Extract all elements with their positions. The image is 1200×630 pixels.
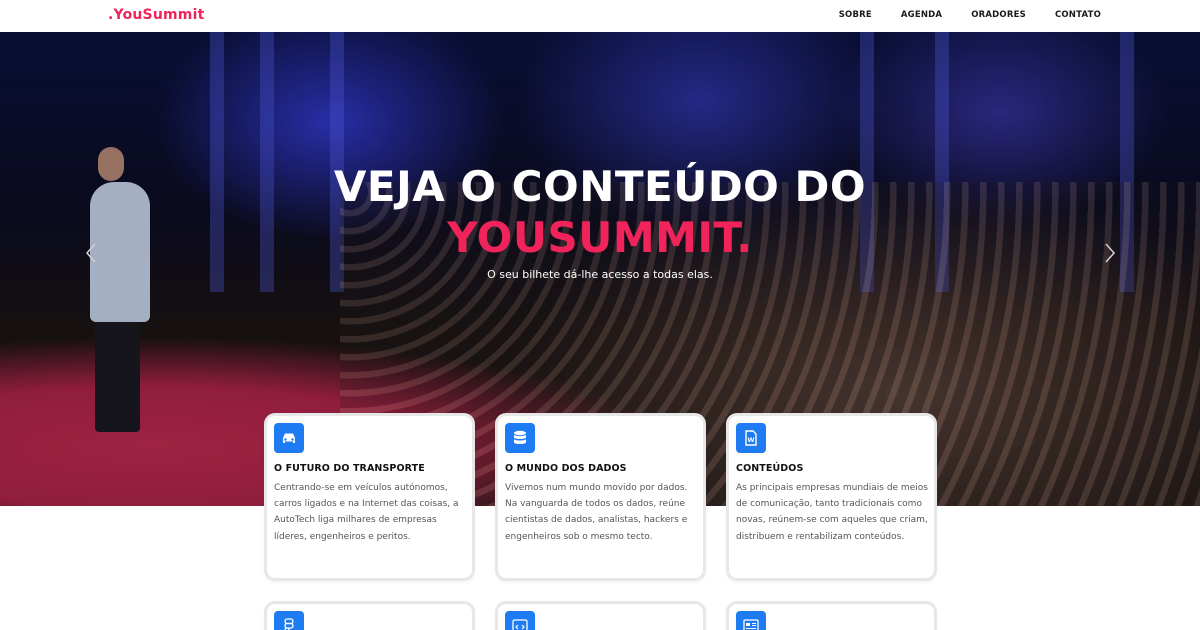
- feature-card[interactable]: [267, 604, 472, 630]
- brand-logo[interactable]: .YouSummit: [108, 7, 204, 23]
- chevron-right-icon: [1105, 243, 1116, 263]
- card-title: O MUNDO DOS DADOS: [505, 463, 627, 474]
- card-icon-box: [736, 611, 766, 630]
- svg-text:W: W: [747, 436, 754, 444]
- nav-link-agenda[interactable]: AGENDA: [901, 10, 942, 20]
- card-icon-box: [505, 423, 535, 453]
- car-icon: [283, 433, 295, 443]
- carousel-prev-button[interactable]: [84, 242, 98, 264]
- card-icon-box: [505, 611, 535, 630]
- news-layout-icon: [743, 619, 759, 630]
- code-window-icon: [512, 619, 528, 630]
- feature-card[interactable]: [498, 604, 703, 630]
- feature-card[interactable]: W CONTEÚDOS As principais empresas mundi…: [729, 416, 934, 578]
- word-document-icon: W: [745, 430, 757, 446]
- card-title: CONTEÚDOS: [736, 463, 804, 474]
- card-icon-box: W: [736, 423, 766, 453]
- card-description: Centrando-se em veículos autónomos, carr…: [274, 483, 459, 542]
- card-title: O FUTURO DO TRANSPORTE: [274, 463, 425, 474]
- feature-card[interactable]: O FUTURO DO TRANSPORTE Centrando-se em v…: [267, 416, 472, 578]
- nav-link-contato[interactable]: CONTATO: [1055, 10, 1101, 20]
- card-icon-box: [274, 611, 304, 630]
- carousel-next-button[interactable]: [1103, 242, 1117, 264]
- database-icon: [514, 430, 526, 444]
- figma-icon: [284, 618, 294, 630]
- hero-title: VEJA O CONTEÚDO DO: [333, 162, 867, 211]
- nav-link-sobre[interactable]: SOBRE: [839, 10, 872, 20]
- chevron-left-icon: [85, 243, 96, 263]
- hero-subtitle: O seu bilhete dá-lhe acesso a todas elas…: [487, 268, 713, 281]
- main-nav: SOBRE AGENDA ORADORES CONTATO: [839, 10, 1101, 20]
- hero-title-highlight: YOUSUMMIT.: [447, 213, 753, 262]
- feature-card[interactable]: [729, 604, 934, 630]
- card-description: Vivemos num mundo movido por dados. Na v…: [505, 483, 688, 542]
- card-description: As principais empresas mundiais de meios…: [736, 483, 928, 542]
- card-icon-box: [274, 423, 304, 453]
- nav-link-oradores[interactable]: ORADORES: [971, 10, 1026, 20]
- feature-card[interactable]: O MUNDO DOS DADOS Vivemos num mundo movi…: [498, 416, 703, 578]
- navbar: .YouSummit SOBRE AGENDA ORADORES CONTATO: [0, 0, 1200, 32]
